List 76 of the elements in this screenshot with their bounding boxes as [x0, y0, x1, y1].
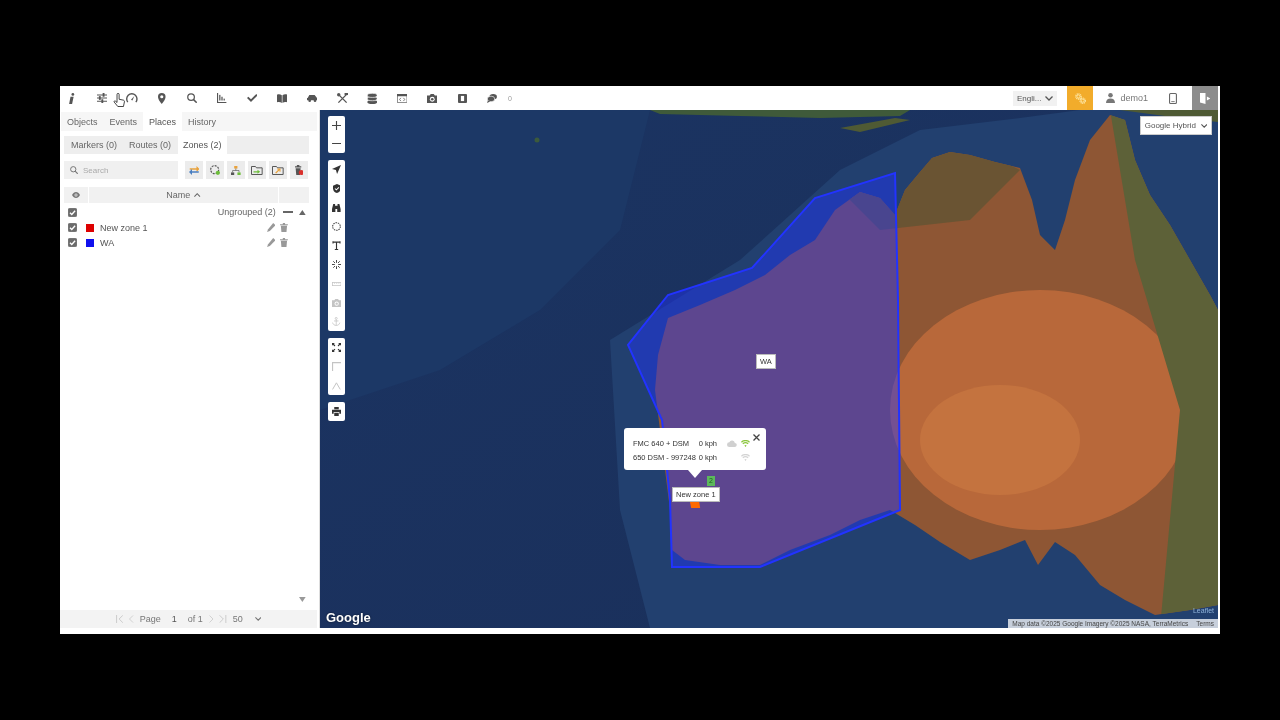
hierarchy-button[interactable] [227, 161, 245, 179]
checkbox[interactable] [68, 207, 77, 217]
name-column-header[interactable]: Name [88, 187, 279, 203]
circle-tool-button[interactable] [206, 161, 224, 179]
swap-arrows-icon [188, 165, 200, 175]
zone-name[interactable]: WA [100, 237, 115, 248]
sitemap-icon [231, 165, 241, 175]
camera-icon[interactable] [426, 93, 438, 103]
chevron-down-icon [1045, 95, 1054, 101]
navigation-arrow-icon[interactable] [332, 165, 341, 174]
chart-icon[interactable] [217, 93, 227, 103]
swap-button[interactable] [185, 161, 203, 179]
delete-all-button[interactable] [290, 161, 308, 179]
search-icon[interactable] [187, 93, 197, 103]
car-icon[interactable] [306, 94, 318, 102]
places-subtab[interactable]: Markers (0) [66, 136, 122, 154]
chevron-down-icon [254, 617, 262, 621]
check-icon[interactable] [246, 94, 258, 102]
zone-polygon[interactable] [626, 171, 901, 568]
code-window-icon[interactable] [396, 93, 408, 103]
scroll-down-icon[interactable] [299, 597, 306, 602]
language-select[interactable]: Engli... [1013, 90, 1058, 106]
logout-button[interactable] [1192, 86, 1218, 110]
logout-icon [1199, 92, 1211, 104]
binoculars-icon[interactable] [332, 203, 341, 212]
gears-icon [1075, 92, 1086, 104]
folder-export-icon [272, 165, 284, 175]
hand-cursor-icon [113, 93, 126, 107]
square-frame-icon[interactable] [457, 93, 467, 103]
map-pin-icon[interactable] [158, 92, 166, 104]
page-total: of 1 [187, 614, 203, 624]
book-icon[interactable] [276, 93, 288, 103]
eye-icon[interactable] [72, 192, 80, 198]
sliders-icon[interactable] [97, 93, 107, 103]
chat-icon[interactable] [487, 93, 497, 103]
places-subtab[interactable]: Zones (2) [178, 136, 227, 154]
layer-select[interactable]: Google Hybrid [1140, 116, 1212, 135]
zone-name[interactable]: New zone 1 [100, 222, 148, 233]
zoom-in-icon[interactable] [332, 120, 341, 130]
shield-check-icon[interactable] [332, 184, 341, 193]
tools-icon[interactable] [336, 92, 348, 104]
page-field[interactable]: 1 [166, 614, 182, 624]
panel-tab[interactable]: Places [143, 112, 183, 131]
asterisk-icon[interactable] [332, 260, 341, 269]
gauge-icon[interactable] [126, 93, 138, 103]
places-subtab[interactable]: Routes (0) [124, 136, 177, 154]
satellite-map-drawing[interactable] [320, 110, 1218, 628]
dotted-circle-icon[interactable] [332, 222, 341, 231]
group-label: Ungrouped (2) [217, 207, 276, 217]
info-icon[interactable] [69, 92, 75, 104]
expand-icon[interactable] [332, 343, 341, 352]
folder-import-icon [251, 165, 263, 175]
import-button[interactable] [248, 161, 266, 179]
chevron-down-icon [1200, 123, 1208, 128]
panel-tab[interactable]: History [182, 112, 223, 131]
user-menu[interactable]: demo1 [1093, 86, 1149, 110]
text-tool-icon[interactable] [332, 241, 341, 250]
checkbox[interactable] [68, 238, 77, 247]
user-icon [1106, 93, 1116, 103]
page-label: Page [139, 614, 161, 624]
map-logo[interactable]: Google [326, 610, 371, 625]
dotted-circle-icon [210, 165, 220, 175]
triangle-up-icon[interactable] [299, 209, 306, 215]
panel-tab[interactable]: Objects [61, 112, 104, 131]
trash-delete-icon [294, 165, 304, 175]
coins-icon[interactable] [366, 92, 378, 104]
printer-icon[interactable] [332, 407, 341, 416]
trash-icon[interactable] [280, 238, 288, 247]
panel-tab[interactable]: Events [103, 112, 144, 131]
trash-icon[interactable] [280, 223, 288, 232]
close-icon[interactable] [753, 434, 760, 441]
search-icon [70, 166, 78, 174]
mobile-phone-icon[interactable] [1169, 92, 1177, 104]
per-page-select[interactable]: 50 [232, 614, 262, 624]
export-button[interactable] [269, 161, 287, 179]
checkbox[interactable] [68, 223, 77, 232]
